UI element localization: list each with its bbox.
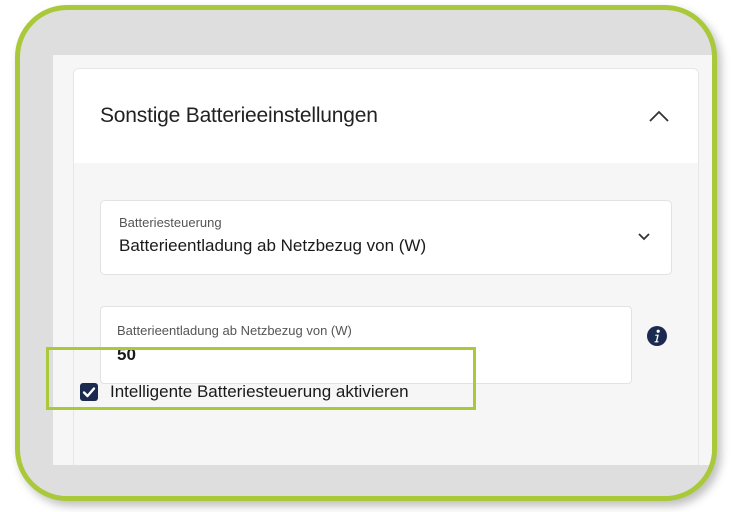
chevron-down-icon[interactable] bbox=[637, 232, 651, 242]
smart-control-label: Intelligente Batteriesteuerung aktiviere… bbox=[110, 382, 409, 401]
battery-control-label: Batteriesteuerung bbox=[119, 215, 222, 230]
checkmark-icon bbox=[82, 387, 96, 398]
bottom-margin bbox=[20, 465, 712, 496]
battery-control-select[interactable]: Batteriesteuerung Batterieentladung ab N… bbox=[100, 200, 672, 275]
smart-control-checkbox[interactable] bbox=[80, 383, 98, 401]
panel-header[interactable]: Sonstige Batterieeinstellungen bbox=[74, 69, 698, 163]
battery-control-value: Batterieentladung ab Netzbezug von (W) bbox=[119, 236, 427, 255]
info-icon[interactable] bbox=[646, 325, 668, 347]
discharge-threshold-label: Batterieentladung ab Netzbezug von (W) bbox=[117, 323, 352, 338]
panel-title: Sonstige Batterieeinstellungen bbox=[100, 104, 378, 127]
screenshot-frame: Sonstige Batterieeinstellungen Batteries… bbox=[15, 5, 717, 501]
chevron-up-icon[interactable] bbox=[648, 109, 670, 123]
